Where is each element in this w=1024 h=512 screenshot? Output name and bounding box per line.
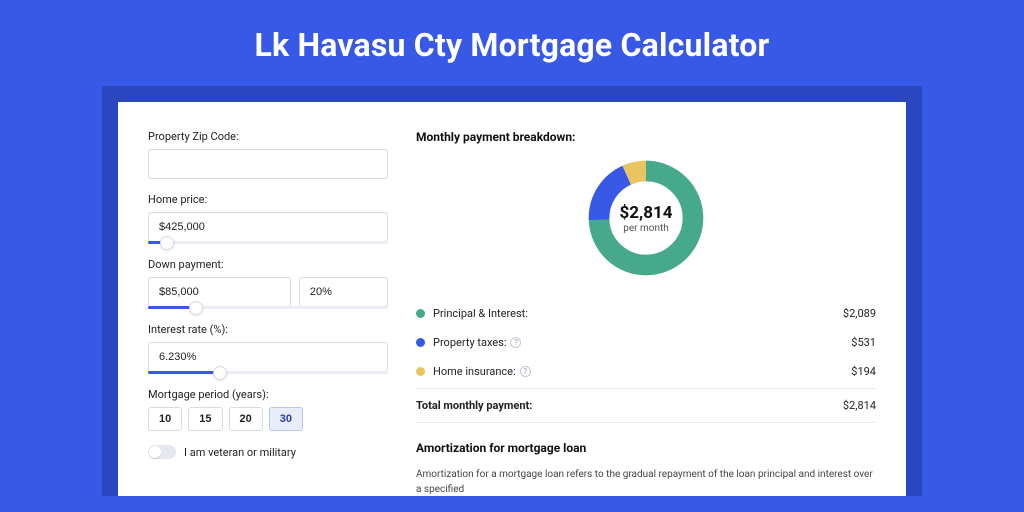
donut-chart: $2,814 per month	[584, 156, 708, 280]
breakdown-column: Monthly payment breakdown: $2,814 per mo…	[416, 130, 876, 496]
donut-total-sub: per month	[623, 223, 669, 234]
legend-dot-insurance	[416, 367, 425, 376]
home-price-slider[interactable]	[148, 241, 388, 244]
breakdown-row-principal: Principal & Interest:$2,089	[416, 299, 876, 328]
donut-total-value: $2,814	[620, 203, 673, 223]
donut-center: $2,814 per month	[584, 156, 708, 280]
mortgage-period-group: Mortgage period (years): 1015 2030	[148, 388, 388, 431]
zip-input[interactable]	[148, 149, 388, 179]
donut-chart-wrap: $2,814 per month	[416, 156, 876, 280]
period-button-15[interactable]: 15	[188, 407, 222, 431]
veteran-toggle[interactable]	[148, 445, 176, 459]
breakdown-value: $2,089	[843, 307, 876, 320]
veteran-row: I am veteran or military	[148, 445, 388, 459]
interest-rate-input[interactable]	[148, 342, 388, 372]
down-payment-label: Down payment:	[148, 258, 388, 271]
slider-thumb[interactable]	[213, 366, 227, 380]
legend-dot-taxes	[416, 338, 425, 347]
home-price-label: Home price:	[148, 193, 388, 206]
info-icon[interactable]: ?	[520, 366, 531, 377]
breakdown-row-insurance: Home insurance:?$194	[416, 357, 876, 386]
period-button-30[interactable]: 30	[269, 407, 303, 431]
down-payment-percent-input[interactable]	[299, 277, 388, 307]
total-value: $2,814	[843, 399, 876, 412]
veteran-label: I am veteran or military	[184, 446, 296, 459]
breakdown-label: Principal & Interest:	[433, 307, 843, 320]
breakdown-list: Principal & Interest:$2,089Property taxe…	[416, 298, 876, 386]
interest-rate-slider[interactable]	[148, 371, 388, 374]
interest-rate-group: Interest rate (%):	[148, 323, 388, 374]
legend-dot-principal	[416, 309, 425, 318]
calculator-panel: Property Zip Code: Home price: Down paym…	[118, 102, 906, 496]
down-payment-amount-input[interactable]	[148, 277, 291, 307]
down-payment-group: Down payment:	[148, 258, 388, 309]
inputs-column: Property Zip Code: Home price: Down paym…	[148, 130, 388, 496]
calculator-frame: Property Zip Code: Home price: Down paym…	[102, 86, 922, 496]
period-button-10[interactable]: 10	[148, 407, 182, 431]
breakdown-label: Property taxes:?	[433, 336, 851, 349]
breakdown-row-taxes: Property taxes:?$531	[416, 328, 876, 357]
page-title: Lk Havasu Cty Mortgage Calculator	[0, 0, 1024, 86]
amortization-title: Amortization for mortgage loan	[416, 441, 876, 455]
mortgage-period-label: Mortgage period (years):	[148, 388, 388, 401]
amortization-section: Amortization for mortgage loan Amortizat…	[416, 441, 876, 497]
zip-group: Property Zip Code:	[148, 130, 388, 179]
period-button-20[interactable]: 20	[229, 407, 263, 431]
info-icon[interactable]: ?	[510, 337, 521, 348]
breakdown-title: Monthly payment breakdown:	[416, 130, 876, 144]
down-payment-slider[interactable]	[148, 306, 388, 309]
breakdown-value: $194	[851, 365, 876, 378]
slider-thumb[interactable]	[189, 301, 203, 315]
breakdown-value: $531	[851, 336, 876, 349]
mortgage-period-options: 1015 2030	[148, 407, 388, 431]
home-price-group: Home price:	[148, 193, 388, 244]
interest-rate-label: Interest rate (%):	[148, 323, 388, 336]
zip-label: Property Zip Code:	[148, 130, 388, 143]
total-row: Total monthly payment: $2,814	[416, 388, 876, 423]
slider-thumb[interactable]	[160, 236, 174, 250]
breakdown-label: Home insurance:?	[433, 365, 851, 378]
home-price-input[interactable]	[148, 212, 388, 242]
total-label: Total monthly payment:	[416, 399, 843, 412]
amortization-text: Amortization for a mortgage loan refers …	[416, 467, 876, 497]
